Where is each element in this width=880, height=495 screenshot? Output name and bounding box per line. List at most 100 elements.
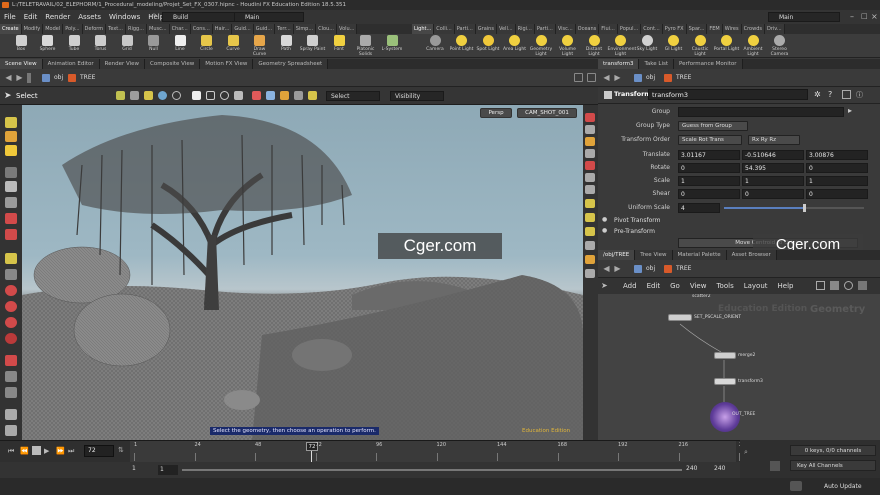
param-rotate-x[interactable]: 0	[678, 163, 740, 173]
key-channels-dropdown[interactable]: Key All Channels	[790, 460, 876, 471]
param-shear-y[interactable]: 0	[742, 189, 804, 199]
param-shear-x[interactable]: 0	[678, 189, 740, 199]
net-arrow-icon[interactable]: ➤	[601, 281, 608, 290]
tab-take-list[interactable]: Take List	[639, 59, 675, 69]
range-end-2[interactable]: 240	[714, 465, 725, 472]
tab-tree-view[interactable]: Tree View	[635, 250, 673, 260]
param-layout-icon[interactable]	[842, 90, 851, 99]
shelf-tab-7[interactable]: Musc...	[147, 24, 170, 34]
points-select-icon[interactable]	[158, 91, 167, 100]
shelf-tab-right-10[interactable]: Popul...	[617, 24, 642, 34]
shelf-tool-5[interactable]: Null	[141, 35, 167, 52]
move-tool-icon[interactable]	[5, 181, 17, 192]
net-options-icon[interactable]	[858, 281, 867, 290]
param-scale-x[interactable]: 1	[678, 176, 740, 186]
light-tool-8[interactable]: Sky Light	[634, 35, 660, 52]
shelf-tab-right-2[interactable]: Parti...	[454, 24, 476, 34]
shelf-tab-right-4[interactable]: Vell...	[496, 24, 516, 34]
shelf-tool-13[interactable]: Platonic Solids	[353, 35, 379, 57]
desktop-main-select[interactable]: Main	[234, 12, 304, 22]
shelf-tab-1[interactable]: Modify	[21, 24, 44, 34]
shelf-tool-1[interactable]: Sphere	[35, 35, 61, 52]
display-option-6-icon[interactable]	[585, 173, 595, 182]
shelf-tool-7[interactable]: Circle	[194, 35, 220, 52]
shelf-tool-6[interactable]: Line	[167, 35, 193, 52]
persp-menu[interactable]: Persp	[480, 108, 512, 118]
shelf-tool-2[interactable]: Tube	[61, 35, 87, 52]
menu-file[interactable]: File	[0, 13, 20, 21]
pivot-collapse-icon[interactable]: ●	[602, 216, 607, 223]
light-tool-3[interactable]: Area Light	[502, 35, 528, 52]
tab-geometry-spreadsheet[interactable]: Geometry Spreadsheet	[253, 59, 329, 69]
param-transform-order-menu[interactable]: Scale Rot Trans	[678, 135, 742, 145]
shelf-tab-right-7[interactable]: Visc...	[555, 24, 576, 34]
net-back-icon[interactable]: ◀	[602, 264, 611, 273]
net-flag-icon[interactable]	[844, 281, 853, 290]
desktop-build-select[interactable]: Build	[162, 12, 242, 22]
window-min-icon[interactable]: –	[850, 12, 854, 21]
box-select-icon[interactable]	[192, 91, 201, 100]
display-option-5-icon[interactable]	[585, 161, 595, 170]
range-slider[interactable]	[182, 469, 682, 471]
net-layout-icon[interactable]	[816, 281, 825, 290]
select-visible-icon[interactable]	[252, 91, 261, 100]
key-icon[interactable]	[770, 461, 780, 471]
forward-arrow-icon[interactable]: ▶	[15, 73, 24, 82]
auto-update-icon[interactable]	[790, 481, 802, 491]
shelf-tab-right-17[interactable]: Driv...	[764, 24, 785, 34]
shelf-tab-8[interactable]: Char...	[169, 24, 191, 34]
shelf-tool-4[interactable]: Grid	[114, 35, 140, 52]
node-merge2[interactable]	[714, 352, 736, 359]
light-tool-1[interactable]: Point Light	[449, 35, 475, 52]
display-option-12-icon[interactable]	[585, 255, 595, 264]
camera-tool-icon[interactable]	[5, 387, 17, 398]
snap-point-icon[interactable]	[5, 285, 17, 296]
display-option-2-icon[interactable]	[585, 125, 595, 134]
step-back-icon[interactable]: ⏪	[20, 447, 29, 455]
record-icon[interactable]	[5, 355, 17, 366]
tab-asset-browser[interactable]: Asset Browser	[726, 250, 777, 260]
light-tool-6[interactable]: Distant Light	[581, 35, 607, 57]
shelf-tab-6[interactable]: Rigg...	[126, 24, 147, 34]
tab-obj-tree[interactable]: /obj/TREE	[598, 250, 636, 260]
menu-assets[interactable]: Assets	[74, 13, 105, 21]
edges-select-icon[interactable]	[172, 91, 181, 100]
display-option-9-icon[interactable]	[585, 213, 595, 222]
tab-motion-fx-view[interactable]: Motion FX View	[200, 59, 254, 69]
visibility-dropdown[interactable]: Visibility	[390, 91, 444, 101]
snap-multi-icon[interactable]	[5, 301, 17, 312]
tab-transform3[interactable]: transform3	[598, 59, 640, 69]
shelf-tab-11[interactable]: Guid...	[232, 24, 254, 34]
back-arrow-icon[interactable]: ◀	[4, 73, 13, 82]
flipbook-icon[interactable]	[5, 409, 17, 420]
auto-update-dropdown[interactable]: Auto Update	[808, 481, 870, 492]
desktop-main-right-select[interactable]: Main	[768, 12, 840, 22]
shelf-tab-16[interactable]: Volu...	[337, 24, 358, 34]
help-icon[interactable]: ?	[828, 90, 832, 99]
net-grid-icon[interactable]	[830, 281, 839, 290]
view-tool-icon[interactable]	[5, 131, 17, 142]
net-path-node[interactable]: TREE	[662, 263, 722, 275]
lock-tool-icon[interactable]	[5, 229, 17, 240]
shelf-tab-9[interactable]: Cons...	[190, 24, 213, 34]
snap-curve-icon[interactable]	[5, 333, 17, 344]
select-groups-icon[interactable]	[266, 91, 275, 100]
key-search-icon[interactable]: ⌕	[744, 448, 748, 457]
light-tool-5[interactable]: Volume Light	[555, 35, 581, 57]
net-menu-add[interactable]: Add	[618, 282, 642, 290]
light-tool-4[interactable]: Geometry Light	[528, 35, 554, 57]
path-node-tree[interactable]: TREE	[66, 72, 126, 84]
light-tool-11[interactable]: Portal Light	[714, 35, 740, 52]
shelf-tool-11[interactable]: Spray Paint	[300, 35, 326, 52]
pin-icon[interactable]	[27, 73, 31, 83]
snap-magnet-icon[interactable]	[5, 317, 17, 328]
display-option-13-icon[interactable]	[585, 269, 595, 278]
shelf-tab-right-5[interactable]: Rigi...	[515, 24, 535, 34]
snap-grid-icon[interactable]	[5, 253, 17, 264]
param-translate-y[interactable]: -0.510646	[742, 150, 804, 160]
object-select-icon[interactable]	[116, 91, 125, 100]
node-out-tree[interactable]	[710, 402, 740, 432]
param-info-icon[interactable]: ⓘ	[856, 90, 863, 100]
handle-tool-icon[interactable]	[5, 117, 17, 128]
select-connected-icon[interactable]	[280, 91, 289, 100]
